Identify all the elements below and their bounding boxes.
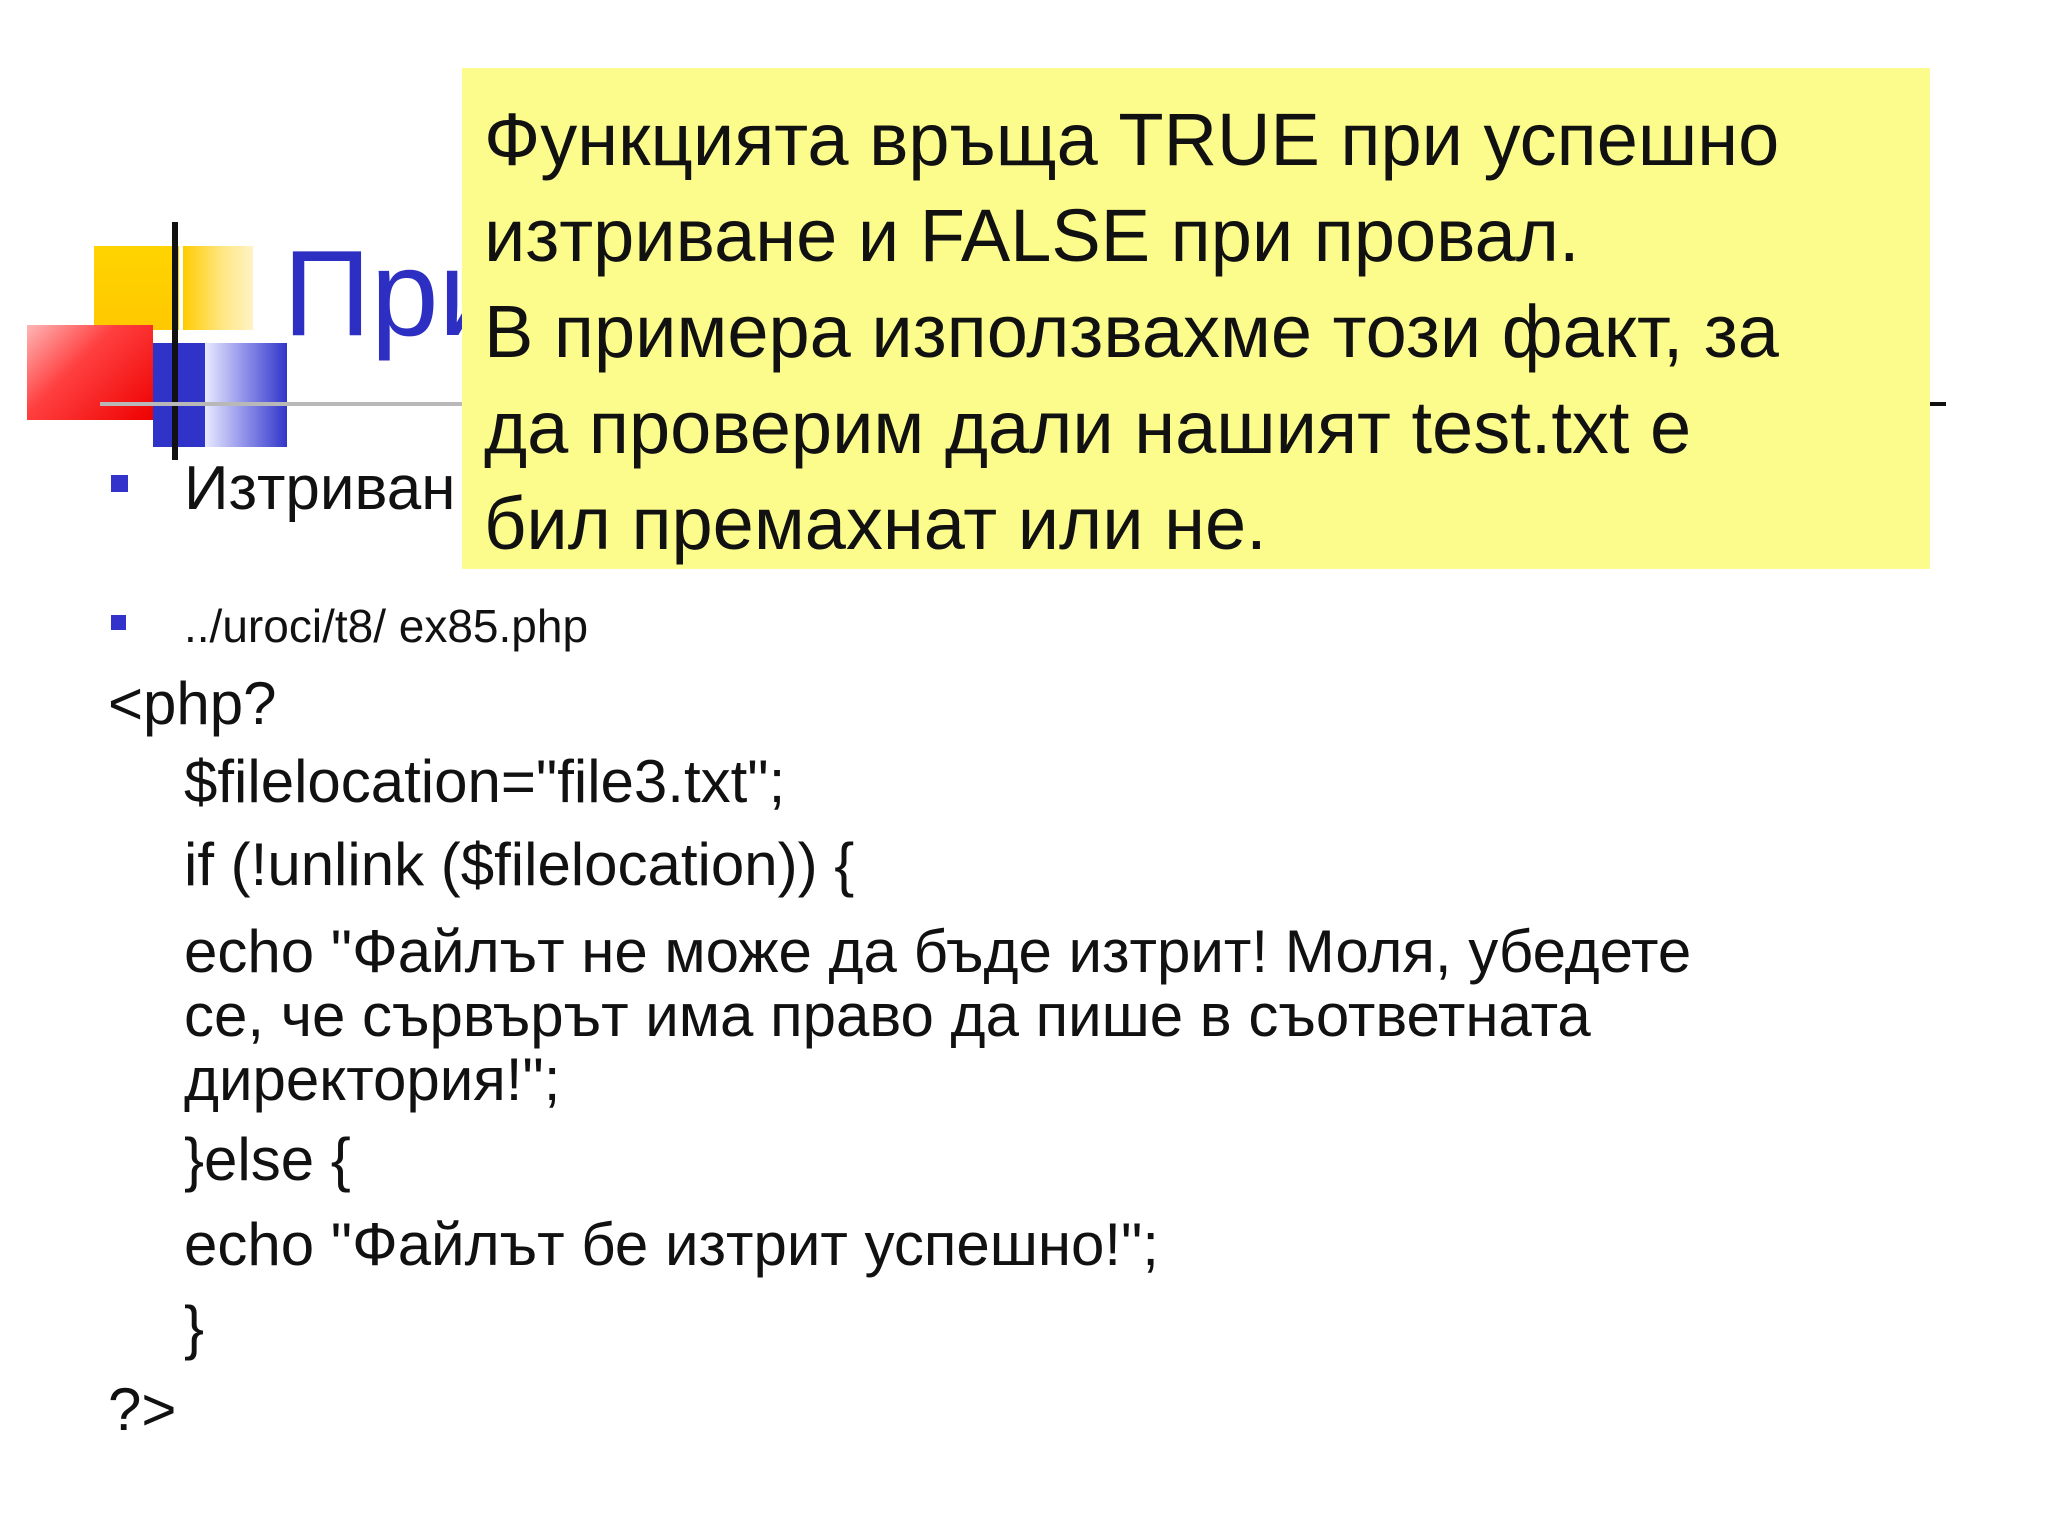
bullet-text-deletion: Изтриван [184,454,456,523]
callout-line: изтриване и FALSE при провал. [484,194,1580,277]
code-line-echo-error: echo "Файлът не може да бъде изтрит! Мол… [184,920,1691,1112]
callout-line: В примера използвахме този факт, за [484,290,1779,373]
slide: При Изтриван ../uroci/t8/ ex85.php <php?… [0,0,2048,1536]
code-line-closing-brace: } [184,1294,205,1361]
title-underline-end [1928,402,1946,406]
decor-yellow-square [94,246,179,330]
code-line-else: }else { [184,1126,351,1193]
callout-box: Функцията връща TRUE при успешно изтрива… [462,68,1930,569]
callout-line: бил премахнат или не. [484,482,1267,565]
code-line-echo-success: echo "Файлът бе изтрит успешно!"; [184,1211,1159,1278]
bullet-marker [111,475,128,492]
decor-yellow-gradient-square [183,246,253,330]
code-line-echo-error-part2: се, че сървърът има право да пише в съот… [184,982,1591,1049]
decor-vertical-line [172,222,178,460]
code-line-close-tag: ?> [108,1376,177,1443]
code-line-echo-error-part3: директория!"; [184,1046,561,1113]
decor-blue-square [153,343,205,447]
callout-line: Функцията връща TRUE при успешно [484,98,1780,181]
code-line-if: if (!unlink ($filelocation)) { [184,831,855,898]
code-line-open-tag: <php? [108,670,277,737]
bullet-marker [111,615,126,630]
code-line-echo-error-part1: echo "Файлът не може да бъде изтрит! Мол… [184,918,1692,985]
code-line-assignment: $filelocation="file3.txt"; [184,748,786,815]
bullet-text-file-path: ../uroci/t8/ ex85.php [184,600,589,652]
callout-line: да проверим дали нашият test.txt е [484,386,1692,469]
decor-blue-gradient-square [205,343,287,447]
